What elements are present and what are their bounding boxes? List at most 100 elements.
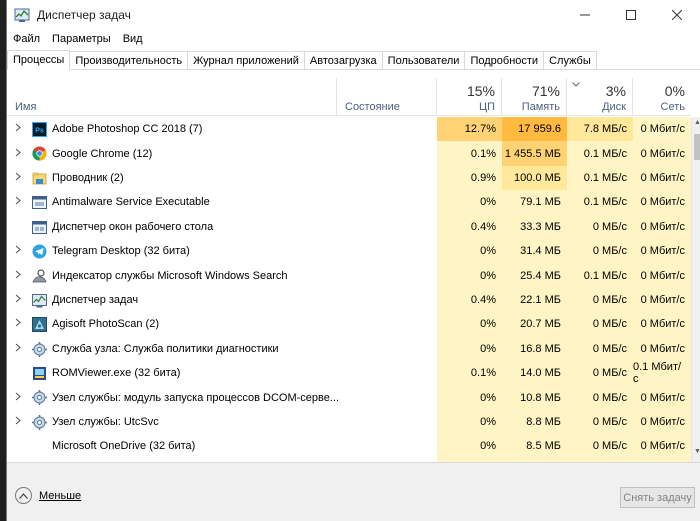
process-row[interactable]: Диспетчер задач 0.4% 22.1 МБ 0 МБ/с 0 Мбит/с — [7, 287, 691, 313]
fewer-details-button[interactable]: Меньше — [15, 487, 81, 504]
process-cpu-cell: 0% — [437, 263, 502, 288]
gear-icon — [32, 341, 47, 357]
close-button[interactable] — [654, 0, 700, 30]
column-header-name[interactable]: Имя — [7, 78, 337, 116]
process-row[interactable]: Google Chrome (12) 0.1% 1 455.5 МБ 0.1 МБ/с… — [7, 141, 691, 166]
process-name: Microsoft OneDrive (32 бита) — [52, 440, 196, 453]
process-row[interactable]: Antimalware Service Executable 0% 79.1 МБ 0… — [7, 190, 691, 215]
process-cpu-cell: 0.4% — [437, 214, 502, 239]
process-network-cell: 0 Мбит/с — [633, 214, 691, 239]
chevron-right-icon[interactable] — [15, 270, 21, 282]
tab-services[interactable]: Службы — [543, 51, 597, 69]
chevron-right-icon[interactable] — [15, 196, 21, 208]
chevron-up-icon — [15, 487, 32, 504]
process-row[interactable]: Индексатор службы Microsoft Windows Sear… — [7, 263, 691, 288]
process-row[interactable]: Ps Adobe Photoshop CC 2018 (7) 12.7% 17 959… — [7, 117, 691, 142]
chevron-right-icon[interactable] — [15, 392, 21, 404]
close-icon — [672, 10, 682, 20]
process-memory-cell: 14.0 МБ — [502, 361, 567, 386]
process-row[interactable]: Узел службы: модуль запуска процессов DC… — [7, 385, 691, 410]
process-name: Узел службы: модуль запуска процессов DC… — [52, 391, 340, 404]
process-status-cell — [337, 385, 437, 409]
chevron-right-icon[interactable] — [15, 294, 21, 306]
menu-file[interactable]: Файл — [7, 33, 46, 45]
onedrive-icon — [32, 439, 47, 454]
process-row[interactable]: Microsoft OneDrive (32 бита) 0% 8.5 МБ 0 МБ… — [7, 434, 691, 459]
process-memory-cell: 79.1 МБ — [502, 190, 567, 215]
tab-strip: Процессы Производительность Журнал прило… — [7, 50, 700, 70]
process-row[interactable]: Узел службы: UtcSvc 0% 8.8 МБ 0 МБ/с 0 Мбит/… — [7, 409, 691, 435]
column-header-memory[interactable]: 71% Память — [502, 78, 580, 116]
process-status-cell — [337, 410, 437, 434]
process-row[interactable]: Проводник (2) 0.9% 100.0 МБ 0.1 МБ/с 0 Мбит/… — [7, 165, 691, 191]
chevron-right-icon[interactable] — [15, 416, 21, 428]
process-memory-cell: 31.4 МБ — [502, 239, 567, 264]
process-disk-cell: 0 МБ/с — [567, 287, 633, 313]
chevron-right-icon[interactable] — [15, 172, 21, 184]
process-network-cell: 0 Мбит/с — [633, 312, 691, 337]
process-name-cell: Ps Adobe Photoshop CC 2018 (7) — [7, 117, 337, 141]
tab-startup[interactable]: Автозагрузка — [303, 51, 383, 69]
column-header-disk[interactable]: 3% Диск — [567, 78, 633, 116]
process-status-cell — [337, 239, 437, 263]
chevron-right-icon[interactable] — [15, 245, 21, 257]
column-header-cpu[interactable]: 15% ЦП — [437, 78, 502, 116]
process-disk-cell: 0 МБ/с — [567, 409, 633, 435]
process-name: Служба узла: Служба политики диагностики — [52, 342, 279, 355]
process-network-cell: 0 Мбит/с — [633, 287, 691, 313]
process-status-cell — [337, 215, 437, 239]
gear-icon — [32, 414, 47, 430]
maximize-button[interactable] — [608, 0, 654, 30]
scroll-thumb[interactable] — [694, 134, 700, 160]
end-task-button[interactable]: Снять задачу — [620, 487, 695, 508]
process-name-cell: Microsoft OneDrive (32 бита) — [7, 434, 337, 458]
process-table-header: Имя Состояние 15% ЦП 71% Память 3% Диск … — [7, 78, 691, 116]
photoshop-icon: Ps — [32, 122, 47, 137]
tab-details[interactable]: Подробности — [464, 51, 545, 69]
process-name: Диспетчер задач — [52, 293, 139, 306]
chevron-right-icon[interactable] — [15, 148, 21, 160]
process-disk-cell: 0 МБ/с — [567, 214, 633, 239]
chevron-right-icon[interactable] — [15, 318, 21, 330]
process-row[interactable]: Служба узла: Служба политики диагностики… — [7, 336, 691, 361]
tab-processes[interactable]: Процессы — [7, 50, 71, 70]
process-status-cell — [337, 166, 437, 190]
process-row[interactable]: Диспетчер окон рабочего стола 0.4% 33.3 МБ… — [7, 214, 691, 239]
vertical-scrollbar[interactable]: ▲ ▼ — [691, 117, 700, 462]
process-disk-cell: 0 МБ/с — [567, 336, 633, 361]
process-disk-cell: 7.8 МБ/с — [567, 117, 633, 142]
column-header-network[interactable]: 0% Сеть — [633, 78, 691, 116]
tab-performance[interactable]: Производительность — [69, 51, 189, 69]
process-name: Telegram Desktop (32 бита) — [52, 245, 190, 258]
chevron-right-icon[interactable] — [15, 123, 21, 135]
process-row[interactable]: Telegram Desktop (32 бита) 0% 31.4 МБ 0 МБ/… — [7, 239, 691, 264]
chevron-right-icon[interactable] — [15, 343, 21, 355]
process-memory-cell: 10.8 МБ — [502, 385, 567, 410]
process-cpu-cell: 0% — [437, 385, 502, 410]
footer-bar: Меньше Снять задачу — [7, 463, 700, 521]
scroll-down-icon[interactable]: ▼ — [693, 448, 700, 460]
fewer-details-label: Меньше — [39, 489, 82, 502]
process-row[interactable]: Agisoft PhotoScan (2) 0% 20.7 МБ 0 МБ/с 0 Мб… — [7, 312, 691, 337]
process-disk-cell: 0 МБ/с — [567, 361, 633, 386]
process-memory-cell: 8.8 МБ — [502, 409, 567, 435]
minimize-button[interactable] — [562, 0, 608, 30]
window-manager-icon — [32, 220, 47, 235]
process-network-cell: 0 Мбит/с — [633, 385, 691, 410]
process-cpu-cell: 0.9% — [437, 165, 502, 191]
menu-view[interactable]: Вид — [117, 33, 149, 45]
process-disk-cell: 0 МБ/с — [567, 312, 633, 337]
title-bar[interactable]: Диспетчер задач — [7, 0, 700, 30]
column-header-status[interactable]: Состояние — [337, 78, 437, 116]
tab-app-history[interactable]: Журнал приложений — [187, 51, 305, 69]
menu-options[interactable]: Параметры — [46, 33, 117, 45]
cpu-total-percent: 15% — [466, 83, 495, 99]
svg-text:Ps: Ps — [35, 128, 44, 135]
process-cpu-cell: 0% — [437, 336, 502, 361]
process-network-cell: 0 Мбит/с — [633, 336, 691, 361]
tab-users[interactable]: Пользователи — [381, 51, 466, 69]
process-row[interactable]: ROMViewer.exe (32 бита) 0.1% 14.0 МБ 0 МБ/с… — [7, 361, 691, 386]
scroll-up-icon[interactable]: ▲ — [693, 119, 700, 131]
process-network-cell: 0 Мбит/с — [633, 239, 691, 264]
process-name: Antimalware Service Executable — [52, 196, 210, 209]
